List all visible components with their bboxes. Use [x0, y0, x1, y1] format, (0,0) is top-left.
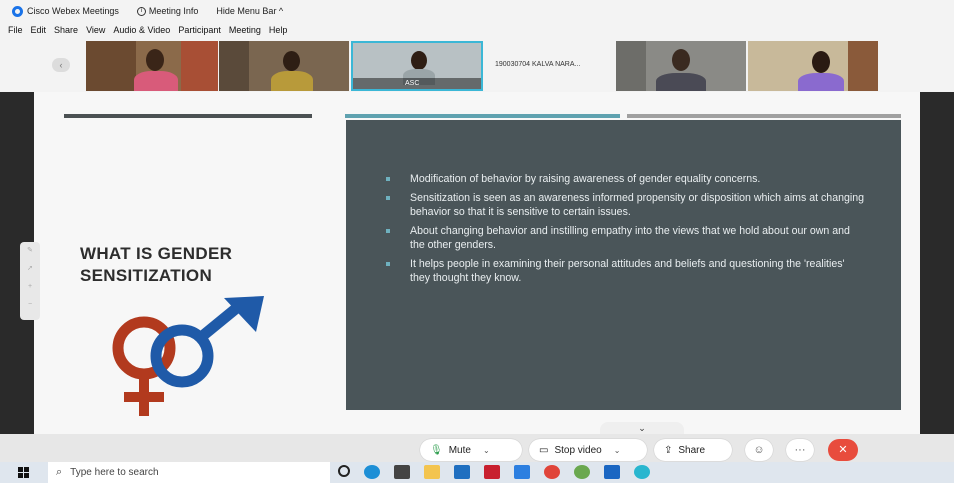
webex-taskbar-icon[interactable] [634, 465, 650, 479]
camera-icon: ▭ [539, 444, 549, 456]
stop-video-button[interactable]: ▭ Stop video ⌄ [529, 439, 647, 461]
app-title: Cisco Webex Meetings [27, 6, 119, 16]
annotate-tool-icon[interactable]: ✎ [20, 242, 40, 260]
meeting-info-label: Meeting Info [148, 6, 199, 16]
menu-share[interactable]: Share [54, 25, 78, 35]
annotation-side-toolbar[interactable]: ✎ ➚ + − [20, 242, 40, 320]
stop-video-label: Stop video [554, 444, 602, 456]
mute-button[interactable]: 🎙 Mute ⌄ [420, 439, 522, 461]
taskbar-search-placeholder: Type here to search [70, 467, 159, 478]
participant-video-tile[interactable] [219, 41, 349, 91]
close-icon: ✕ [838, 444, 848, 456]
menu-bar: File Edit Share View Audio & Video Parti… [0, 22, 954, 38]
bullet-item: Sensitization is seen as an awareness in… [386, 191, 866, 219]
windows-start-icon[interactable] [18, 467, 29, 478]
hide-menu-bar-button[interactable]: Hide Menu Bar ^ [216, 6, 283, 16]
participant-name-label: 190030704 KALVA NARA... [495, 61, 581, 68]
menu-edit[interactable]: Edit [31, 25, 47, 35]
chevron-down-icon[interactable]: ⌄ [614, 446, 621, 455]
shared-content-area: WHAT IS GENDER SENSITIZATION Modificatio… [0, 92, 954, 434]
menu-view[interactable]: View [86, 25, 105, 35]
menu-meeting[interactable]: Meeting [229, 25, 261, 35]
task-view-icon[interactable] [338, 465, 350, 477]
slide-accent-bar [627, 114, 901, 118]
participant-name-tile[interactable]: 190030704 KALVA NARA... [485, 41, 615, 91]
meeting-controls-bar: 🎙 Mute ⌄ ▭ Stop video ⌄ ⇪ Share ☺ ··· ✕ [0, 434, 954, 462]
participant-video-tile[interactable] [616, 41, 746, 91]
mail-icon[interactable] [454, 465, 470, 479]
participant-strip: ‹ ASC 190030704 KALVA NARA... [0, 38, 954, 92]
bullet-item: About changing behavior and instilling e… [386, 224, 866, 252]
outlook-icon[interactable] [604, 465, 620, 479]
app-icon[interactable] [514, 465, 530, 479]
chevron-down-icon[interactable]: ⌄ [483, 446, 490, 455]
file-explorer-icon[interactable] [424, 465, 440, 479]
store-icon[interactable] [394, 465, 410, 479]
end-meeting-button[interactable]: ✕ [828, 439, 858, 461]
mute-label: Mute [448, 444, 471, 456]
search-icon: ⌕ [56, 466, 63, 478]
menu-file[interactable]: File [8, 25, 23, 35]
participant-video-tile[interactable] [748, 41, 878, 91]
slide-content-panel: Modification of behavior by raising awar… [346, 120, 901, 410]
share-button[interactable]: ⇪ Share [654, 439, 732, 461]
zoom-in-icon[interactable]: + [20, 278, 40, 296]
pointer-tool-icon[interactable]: ➚ [20, 260, 40, 278]
bullet-list: Modification of behavior by raising awar… [386, 172, 866, 290]
bullet-item: Modification of behavior by raising awar… [386, 172, 866, 186]
more-options-button[interactable]: ··· [786, 439, 814, 461]
slide-accent-bar [345, 114, 620, 118]
chrome-icon[interactable] [544, 465, 560, 479]
menu-audio-video[interactable]: Audio & Video [113, 25, 170, 35]
zoom-out-icon[interactable]: − [20, 296, 40, 314]
menu-help[interactable]: Help [269, 25, 288, 35]
reactions-button[interactable]: ☺ [745, 439, 773, 461]
slide-accent-bar [64, 114, 312, 118]
edge-icon[interactable] [364, 465, 380, 479]
microphone-icon: 🎙 [430, 444, 443, 456]
share-label: Share [678, 444, 706, 456]
participant-video-tile[interactable] [86, 41, 218, 91]
share-icon: ⇪ [664, 444, 673, 456]
slide-heading: WHAT IS GENDER SENSITIZATION [80, 244, 233, 285]
menu-participant[interactable]: Participant [178, 25, 221, 35]
taskbar-search-input[interactable]: ⌕ Type here to search [48, 462, 330, 483]
info-icon: i [136, 6, 146, 16]
participant-video-tile-active[interactable]: ASC [351, 41, 483, 91]
presentation-slide: WHAT IS GENDER SENSITIZATION Modificatio… [34, 92, 920, 434]
meeting-info-button[interactable]: i Meeting Info [136, 6, 199, 16]
taskbar-app-icons [338, 465, 664, 479]
app-title-bar: Cisco Webex Meetings i Meeting Info Hide … [0, 0, 954, 22]
windows-taskbar: ⌕ Type here to search [0, 462, 954, 483]
bullet-item: It helps people in examining their perso… [386, 257, 866, 285]
mcafee-icon[interactable] [484, 465, 500, 479]
participant-name-label: ASC [353, 78, 481, 89]
gender-symbols-icon [112, 296, 264, 416]
app-icon[interactable] [574, 465, 590, 479]
strip-scroll-left-button[interactable]: ‹ [52, 58, 70, 72]
webex-logo-icon [12, 5, 23, 17]
